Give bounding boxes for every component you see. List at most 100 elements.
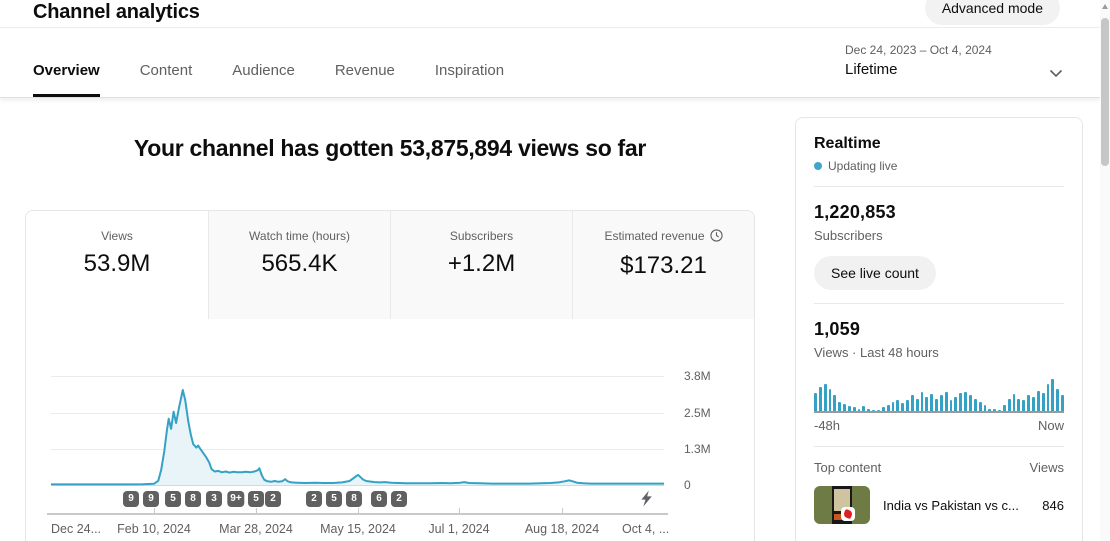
updating-live-label: Updating live <box>828 159 897 173</box>
realtime-bar <box>906 400 909 411</box>
y-axis-tick: 2.5M <box>684 406 736 420</box>
advanced-mode-button[interactable]: Advanced mode <box>925 0 1060 25</box>
realtime-bar <box>1032 397 1035 411</box>
page-title: Channel analytics <box>33 1 200 24</box>
x-axis-label: Mar 28, 2024 <box>219 522 293 536</box>
chart-badge[interactable]: 5 <box>165 491 181 507</box>
realtime-bar <box>925 397 928 411</box>
realtime-bar <box>867 409 870 411</box>
realtime-title: Realtime <box>814 135 1064 153</box>
divider <box>814 186 1064 187</box>
x-axis-tick <box>358 508 359 513</box>
realtime-bar <box>1056 389 1059 411</box>
x-axis-label: Feb 10, 2024 <box>117 522 191 536</box>
views-chart: 3.8M 2.5M 1.3M 0 995839+5225862 Dec 24..… <box>26 319 754 541</box>
metric-value: $173.21 <box>573 252 754 280</box>
chart-badge[interactable]: 9+ <box>227 491 244 507</box>
scroll-up-arrow-icon[interactable] <box>1102 4 1108 9</box>
date-range-text: Dec 24, 2023 – Oct 4, 2024 <box>845 43 1085 57</box>
metric-value: +1.2M <box>391 250 572 278</box>
realtime-bar <box>921 392 924 411</box>
updating-live-status: Updating live <box>814 159 1064 173</box>
chart-badge[interactable]: 2 <box>391 491 407 507</box>
tab-revenue[interactable]: Revenue <box>335 62 395 97</box>
realtime-bar <box>848 406 851 411</box>
realtime-card: Realtime Updating live 1,220,853 Subscri… <box>795 117 1083 541</box>
realtime-bar <box>829 389 832 411</box>
chart-badge[interactable]: 3 <box>206 491 222 507</box>
chart-badge[interactable]: 5 <box>326 491 342 507</box>
tab-audience[interactable]: Audience <box>232 62 295 97</box>
realtime-bar <box>954 397 957 411</box>
chart-badge[interactable]: 2 <box>306 491 322 507</box>
flash-icon[interactable] <box>638 490 655 512</box>
realtime-bar <box>1037 391 1040 411</box>
y-axis-tick: 0 <box>684 478 736 492</box>
x-axis-line <box>47 513 668 515</box>
tab-overview[interactable]: Overview <box>33 62 100 97</box>
metric-value: 565.4K <box>209 250 390 278</box>
realtime-bar <box>1061 395 1064 411</box>
realtime-bar <box>916 399 919 411</box>
chart-badge[interactable]: 9 <box>123 491 139 507</box>
realtime-bar <box>1042 393 1045 411</box>
video-thumbnail <box>814 486 870 524</box>
video-publish-badges: 995839+5225862 <box>51 491 664 508</box>
realtime-subscribers-count: 1,220,853 <box>814 202 1064 223</box>
metric-tab-views[interactable]: Views 53.9M <box>26 211 208 319</box>
realtime-bar <box>824 384 827 411</box>
realtime-bar <box>896 400 899 411</box>
x-axis-tick <box>256 508 257 513</box>
tab-content[interactable]: Content <box>140 62 193 97</box>
tab-inspiration[interactable]: Inspiration <box>435 62 504 97</box>
realtime-bar <box>979 402 982 411</box>
metric-tab-subscribers[interactable]: Subscribers +1.2M <box>390 211 572 319</box>
scrollbar-thumb[interactable] <box>1101 18 1109 166</box>
live-dot-icon <box>814 162 822 170</box>
views-column-label: Views <box>1030 460 1064 475</box>
realtime-bar <box>1013 394 1016 411</box>
metric-label: Estimated revenue <box>573 229 754 245</box>
views-headline: Your channel has gotten 53,875,894 views… <box>25 135 755 162</box>
chart-badge[interactable]: 2 <box>265 491 281 507</box>
top-content-row[interactable]: India vs Pakistan vs c... 846 <box>814 486 1064 524</box>
chart-badge[interactable]: 8 <box>185 491 201 507</box>
realtime-bar-chart[interactable] <box>814 377 1064 413</box>
views-area-chart[interactable] <box>51 366 664 491</box>
realtime-bar <box>1022 400 1025 411</box>
date-range-picker[interactable]: Dec 24, 2023 – Oct 4, 2024 Lifetime <box>845 43 1085 97</box>
realtime-views-label: Views · Last 48 hours <box>814 345 1064 360</box>
subheader: Overview Content Audience Revenue Inspir… <box>0 28 1100 97</box>
analytics-card: Views 53.9M Watch time (hours) 565.4K Su… <box>25 210 755 541</box>
chart-badge[interactable]: 6 <box>371 491 387 507</box>
thumbnail-badge-icon <box>841 507 855 521</box>
realtime-bar <box>945 392 948 411</box>
divider <box>814 446 1064 447</box>
x-axis-tick <box>154 508 155 513</box>
realtime-bar <box>935 399 938 411</box>
realtime-bar <box>892 402 895 411</box>
y-axis-tick: 3.8M <box>684 369 736 383</box>
metric-tab-estimated-revenue[interactable]: Estimated revenue $173.21 <box>572 211 754 319</box>
vertical-scrollbar[interactable] <box>1100 0 1110 541</box>
realtime-bar <box>819 387 822 411</box>
top-content-label: Top content <box>814 460 881 475</box>
realtime-bar <box>984 405 987 411</box>
chevron-down-icon <box>1048 65 1064 86</box>
metric-tab-watch-time[interactable]: Watch time (hours) 565.4K <box>208 211 390 319</box>
realtime-bar <box>814 393 817 411</box>
x-axis-label: Dec 24... <box>51 522 101 536</box>
x-axis-label: Aug 18, 2024 <box>525 522 599 536</box>
title-bar: Channel analytics Advanced mode <box>0 0 1100 28</box>
chart-badge[interactable]: 9 <box>143 491 159 507</box>
see-live-count-button[interactable]: See live count <box>814 256 936 290</box>
realtime-bar <box>833 395 836 411</box>
chart-badge[interactable]: 5 <box>248 491 264 507</box>
metric-label: Watch time (hours) <box>209 229 390 243</box>
realtime-bar <box>838 402 841 411</box>
realtime-bar <box>969 395 972 411</box>
divider <box>814 303 1064 304</box>
chart-badge[interactable]: 8 <box>346 491 362 507</box>
x-axis-tick <box>562 508 563 513</box>
realtime-bar <box>1008 399 1011 411</box>
